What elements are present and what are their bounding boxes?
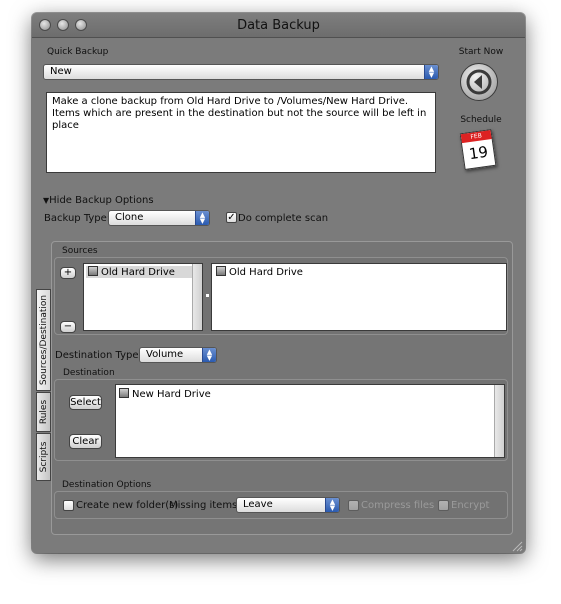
tab-rules[interactable]: Rules (36, 392, 51, 432)
source-list-item-label: Old Hard Drive (101, 267, 175, 278)
destination-type-value: Volume (146, 349, 184, 360)
tab-scripts[interactable]: Scripts (36, 433, 51, 481)
resize-grip-icon[interactable] (511, 539, 523, 552)
backup-description[interactable]: Make a clone backup from Old Hard Drive … (46, 92, 436, 173)
tab-scripts-label: Scripts (38, 441, 49, 473)
title-bar: Data Backup (32, 13, 525, 38)
destination-item[interactable]: New Hard Drive (119, 388, 501, 400)
hide-options-toggle[interactable]: ▼Hide Backup Options (43, 195, 154, 206)
missing-items-value: Leave (243, 499, 273, 510)
drive-icon (119, 388, 129, 398)
start-now-icon[interactable] (460, 63, 498, 101)
encrypt-label: Encrypt (451, 500, 490, 511)
schedule-label: Schedule (460, 115, 502, 125)
source-list-item[interactable]: Old Hard Drive (86, 266, 200, 278)
add-source-button[interactable]: + (60, 267, 76, 279)
sources-list[interactable]: Old Hard Drive (83, 263, 203, 331)
remove-source-button[interactable]: − (60, 321, 76, 333)
missing-items-label: Missing items: (169, 500, 241, 511)
split-handle[interactable] (206, 294, 209, 297)
popup-arrows-icon: ▲ ▼ (195, 211, 209, 225)
main-window: Data Backup Quick Backup New ▲ ▼ Make a c… (32, 13, 525, 553)
sources-list-scrollbar[interactable] (192, 264, 202, 330)
start-now-label: Start Now (458, 47, 504, 57)
destination-type-label: Destination Type: (55, 350, 142, 361)
tab-sources-destination[interactable]: Sources/Destination (36, 289, 51, 391)
compress-files-label: Compress files (361, 500, 435, 511)
drive-icon (216, 266, 226, 276)
create-folders-label: Create new folder(s) (76, 500, 179, 511)
popup-arrows-icon: ▲ ▼ (424, 65, 438, 79)
popup-arrows-icon: ▲ ▼ (325, 498, 339, 512)
hide-options-label: Hide Backup Options (49, 195, 154, 206)
complete-scan-label: Do complete scan (238, 213, 329, 224)
sources-group: + − Old Hard Drive Old Hard Drive (54, 257, 508, 335)
destination-options-group: Create new folder(s) Missing items: Leav… (54, 491, 508, 519)
calendar-day: 19 (467, 142, 490, 164)
source-detail-item[interactable]: Old Hard Drive (214, 266, 504, 278)
compress-files-checkbox[interactable] (348, 500, 359, 511)
complete-scan-checkbox[interactable]: ✓ (226, 212, 237, 223)
sources-title: Sources (62, 246, 98, 256)
destination-options-title: Destination Options (62, 480, 152, 490)
popup-arrows-icon: ▲ ▼ (202, 348, 216, 362)
drive-icon (88, 266, 98, 276)
description-line-2: Items which are present in the destinati… (52, 108, 427, 131)
destination-item-label: New Hard Drive (132, 389, 211, 400)
destination-list[interactable]: New Hard Drive (115, 384, 505, 458)
quick-backup-select[interactable]: New ▲ ▼ (43, 64, 439, 80)
calendar-icon[interactable]: FEB 19 (459, 128, 497, 171)
backup-type-value: Clone (115, 212, 144, 223)
encrypt-checkbox[interactable] (438, 500, 449, 511)
quick-backup-selected: New (50, 66, 72, 77)
destination-list-scrollbar[interactable] (494, 385, 504, 457)
missing-items-select[interactable]: Leave ▲ ▼ (236, 497, 340, 513)
destination-type-select[interactable]: Volume ▲ ▼ (139, 347, 217, 363)
backup-type-select[interactable]: Clone ▲ ▼ (108, 210, 210, 226)
description-line-1: Make a clone backup from Old Hard Drive … (52, 96, 409, 107)
select-destination-button[interactable]: Select (69, 395, 102, 410)
destination-group: Select Clear New Hard Drive (54, 379, 508, 461)
destination-title: Destination (63, 368, 115, 378)
clear-destination-button[interactable]: Clear (69, 434, 102, 449)
tab-sources-destination-label: Sources/Destination (38, 294, 49, 386)
tab-rules-label: Rules (38, 399, 49, 425)
backup-type-label: Backup Type: (44, 213, 111, 224)
source-detail-list[interactable]: Old Hard Drive (211, 263, 507, 331)
create-folders-checkbox[interactable] (63, 500, 74, 511)
source-detail-item-label: Old Hard Drive (229, 267, 303, 278)
quick-backup-label: Quick Backup (47, 47, 109, 57)
window-title: Data Backup (237, 18, 320, 33)
